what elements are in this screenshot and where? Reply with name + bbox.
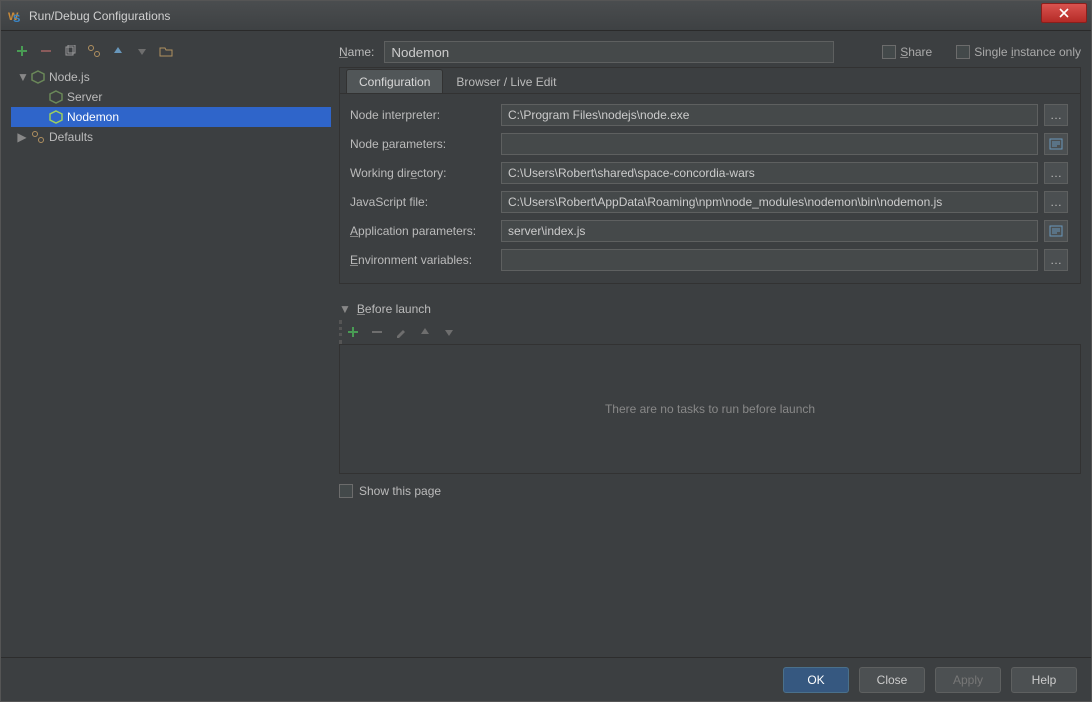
- before-launch-empty-text: There are no tasks to run before launch: [605, 402, 815, 416]
- apply-button[interactable]: Apply: [935, 667, 1001, 693]
- name-row: Name: Share Single instance only: [339, 39, 1081, 67]
- tab-browser-live-edit[interactable]: Browser / Live Edit: [443, 69, 569, 93]
- config-panel: Configuration Browser / Live Edit Node i…: [339, 67, 1081, 284]
- move-up-button[interactable]: [109, 42, 127, 60]
- show-this-page-label: Show this page: [359, 484, 441, 498]
- browse-button[interactable]: …: [1044, 249, 1068, 271]
- tree-label: Defaults: [49, 130, 93, 144]
- nodejs-icon: [31, 70, 45, 84]
- window-title: Run/Debug Configurations: [29, 9, 170, 23]
- application-parameters-label: Application parameters:: [350, 224, 495, 238]
- application-parameters-input[interactable]: [501, 220, 1038, 242]
- node-interpreter-input[interactable]: [501, 104, 1038, 126]
- run-debug-configurations-window: WS Run/Debug Configurations ▼ Nod: [0, 0, 1092, 702]
- close-icon: [1059, 8, 1069, 18]
- nodejs-icon: [49, 90, 63, 104]
- share-label: Share: [900, 45, 932, 59]
- show-this-page-checkbox[interactable]: Show this page: [339, 484, 1081, 498]
- working-directory-input[interactable]: [501, 162, 1038, 184]
- single-instance-checkbox-wrap[interactable]: Single instance only: [956, 45, 1081, 59]
- name-input[interactable]: [384, 41, 834, 63]
- javascript-file-label: JavaScript file:: [350, 195, 495, 209]
- dialog-footer: OK Close Apply Help: [1, 657, 1091, 701]
- tab-bar: Configuration Browser / Live Edit: [340, 68, 1080, 94]
- add-task-button[interactable]: [344, 323, 362, 341]
- checkbox-icon: [956, 45, 970, 59]
- config-toolbar: [11, 39, 331, 67]
- javascript-file-input[interactable]: [501, 191, 1038, 213]
- copy-config-button[interactable]: [61, 42, 79, 60]
- expand-field-button[interactable]: [1044, 133, 1068, 155]
- move-task-up-button[interactable]: [416, 323, 434, 341]
- node-parameters-input[interactable]: [501, 133, 1038, 155]
- collapse-icon: ▶: [17, 130, 27, 144]
- titlebar[interactable]: WS Run/Debug Configurations: [1, 1, 1091, 31]
- add-config-button[interactable]: [13, 42, 31, 60]
- svg-text:S: S: [13, 13, 20, 23]
- expand-icon: ▼: [339, 302, 351, 316]
- config-tree[interactable]: ▼ Node.js Server Nodemon ▶ Defaults: [11, 67, 331, 649]
- window-close-button[interactable]: [1041, 3, 1087, 23]
- tree-node-defaults[interactable]: ▶ Defaults: [11, 127, 331, 147]
- nodejs-icon: [49, 110, 63, 124]
- node-interpreter-label: Node interpreter:: [350, 108, 495, 122]
- tree-label: Server: [67, 90, 102, 104]
- before-launch-toolbar: [339, 320, 1081, 344]
- env-vars-label: Environment variables:: [350, 253, 495, 267]
- settings-button[interactable]: [85, 42, 103, 60]
- before-launch-label: Before launch: [357, 302, 431, 316]
- single-instance-label: Single instance only: [974, 45, 1081, 59]
- tree-node-nodejs[interactable]: ▼ Node.js: [11, 67, 331, 87]
- expand-field-button[interactable]: [1044, 220, 1068, 242]
- tree-label: Node.js: [49, 70, 90, 84]
- tree-label: Nodemon: [67, 110, 119, 124]
- before-launch-header[interactable]: ▼ Before launch: [339, 302, 1081, 316]
- browse-button[interactable]: …: [1044, 104, 1068, 126]
- checkbox-icon: [339, 484, 353, 498]
- folder-button[interactable]: [157, 42, 175, 60]
- remove-config-button[interactable]: [37, 42, 55, 60]
- tree-node-nodemon[interactable]: Nodemon: [11, 107, 331, 127]
- node-parameters-label: Node parameters:: [350, 137, 495, 151]
- remove-task-button[interactable]: [368, 323, 386, 341]
- move-task-down-button[interactable]: [440, 323, 458, 341]
- config-form: Node interpreter: … Node parameters: Wor…: [340, 94, 1080, 283]
- expand-icon: ▼: [17, 70, 27, 84]
- tree-node-server[interactable]: Server: [11, 87, 331, 107]
- share-checkbox-wrap[interactable]: Share: [882, 45, 932, 59]
- checkbox-icon: [882, 45, 896, 59]
- right-pane: Name: Share Single instance only Configu…: [339, 39, 1081, 649]
- move-down-button[interactable]: [133, 42, 151, 60]
- left-pane: ▼ Node.js Server Nodemon ▶ Defaults: [11, 39, 331, 649]
- env-vars-input[interactable]: [501, 249, 1038, 271]
- browse-button[interactable]: …: [1044, 162, 1068, 184]
- close-button[interactable]: Close: [859, 667, 925, 693]
- name-label: Name:: [339, 45, 374, 59]
- before-launch-section: ▼ Before launch There are no tasks to ru…: [339, 302, 1081, 498]
- edit-task-button[interactable]: [392, 323, 410, 341]
- working-directory-label: Working directory:: [350, 166, 495, 180]
- ok-button[interactable]: OK: [783, 667, 849, 693]
- defaults-icon: [31, 130, 45, 144]
- tab-configuration[interactable]: Configuration: [346, 69, 443, 93]
- app-icon: WS: [7, 8, 23, 24]
- browse-button[interactable]: …: [1044, 191, 1068, 213]
- before-launch-list[interactable]: There are no tasks to run before launch: [339, 344, 1081, 474]
- help-button[interactable]: Help: [1011, 667, 1077, 693]
